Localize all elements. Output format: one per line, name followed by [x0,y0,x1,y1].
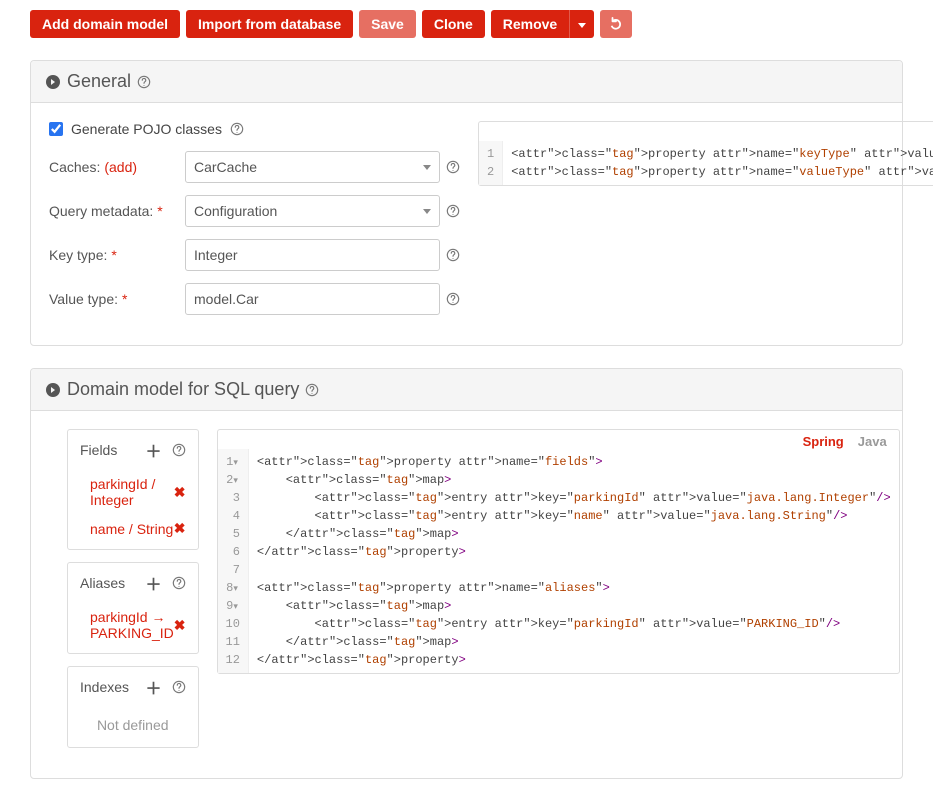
sql-panel: Domain model for SQL query Fields ＋ park… [30,368,903,779]
help-icon[interactable] [172,576,186,590]
add-field-button[interactable]: ＋ [145,438,161,462]
caret-down-icon [423,165,431,170]
general-code-body: 12 <attr">class="tag">property attr">nam… [479,141,933,185]
tab-java[interactable]: Java [858,434,887,449]
sql-title: Domain model for SQL query [67,379,299,400]
toolbar: Add domain model Import from database Sa… [30,10,903,38]
help-icon[interactable] [446,248,460,262]
list-item-label: name / String [90,521,173,537]
chevron-circle-icon [45,382,61,398]
help-icon[interactable] [446,160,460,174]
clone-button[interactable]: Clone [422,10,485,38]
value-type-field[interactable] [194,291,431,307]
help-icon[interactable] [172,443,186,457]
caret-down-icon [578,23,586,28]
caches-value: CarCache [194,159,257,175]
undo-button[interactable] [600,10,632,38]
general-panel: General Generate POJO classes Caches: (a… [30,60,903,346]
fields-box: Fields ＋ parkingId / Integer✖name / Stri… [67,429,199,550]
import-from-database-button[interactable]: Import from database [186,10,353,38]
key-type-label: Key type: [49,247,107,263]
help-icon[interactable] [446,292,460,306]
sql-code-lines[interactable]: <attr">class="tag">property attr">name="… [249,449,899,673]
save-button[interactable]: Save [359,10,416,38]
value-type-label: Value type: [49,291,118,307]
remove-item-button[interactable]: ✖ [174,617,186,634]
fields-label: Fields [80,442,117,458]
sql-panel-header[interactable]: Domain model for SQL query [31,369,902,411]
general-panel-header[interactable]: General [31,61,902,103]
add-domain-model-button[interactable]: Add domain model [30,10,180,38]
general-code-panel: Spring Java 12 <attr">class="tag">proper… [478,121,933,186]
sql-left-column: Fields ＋ parkingId / Integer✖name / Stri… [49,429,199,760]
remove-button[interactable]: Remove [491,10,569,38]
query-metadata-label: Query metadata: [49,203,153,219]
value-type-input[interactable] [185,283,440,315]
add-alias-button[interactable]: ＋ [145,571,161,595]
caches-add-link[interactable]: (add) [104,159,137,175]
sql-code-panel: Spring Java 1▾2▾345678▾9▾101112 <attr">c… [217,429,900,674]
list-item[interactable]: parkingId / Integer✖ [68,470,198,514]
help-icon[interactable] [305,383,319,397]
remove-item-button[interactable]: ✖ [174,520,186,537]
general-code-lines[interactable]: <attr">class="tag">property attr">name="… [503,141,933,185]
aliases-label: Aliases [80,575,125,591]
indexes-box: Indexes ＋ Not defined [67,666,199,748]
indexes-empty: Not defined [68,707,198,747]
query-metadata-value: Configuration [194,203,277,219]
indexes-label: Indexes [80,679,129,695]
query-metadata-select[interactable]: Configuration [185,195,440,227]
generate-pojo-label: Generate POJO classes [71,121,222,137]
help-icon[interactable] [446,204,460,218]
list-item-label: parkingId → PARKING_ID [90,609,174,641]
key-type-field[interactable] [194,247,431,263]
caches-select[interactable]: CarCache [185,151,440,183]
caret-down-icon [423,209,431,214]
general-title: General [67,71,131,92]
remove-dropdown-caret[interactable] [569,10,594,38]
undo-icon [609,17,623,31]
tab-spring[interactable]: Spring [803,434,844,449]
help-icon[interactable] [137,75,151,89]
general-form: Generate POJO classes Caches: (add) CarC… [49,121,460,327]
help-icon[interactable] [230,122,244,136]
chevron-circle-icon [45,74,61,90]
list-item[interactable]: name / String✖ [68,514,198,543]
key-type-input[interactable] [185,239,440,271]
remove-split-button: Remove [491,10,594,38]
remove-item-button[interactable]: ✖ [174,484,186,501]
list-item[interactable]: parkingId → PARKING_ID✖ [68,603,198,647]
add-index-button[interactable]: ＋ [145,675,161,699]
sql-code-body: 1▾2▾345678▾9▾101112 <attr">class="tag">p… [218,449,899,673]
list-item-label: parkingId / Integer [90,476,174,508]
aliases-box: Aliases ＋ parkingId → PARKING_ID✖ [67,562,199,654]
caches-label: Caches: [49,159,100,175]
generate-pojo-checkbox[interactable] [49,122,63,136]
help-icon[interactable] [172,680,186,694]
